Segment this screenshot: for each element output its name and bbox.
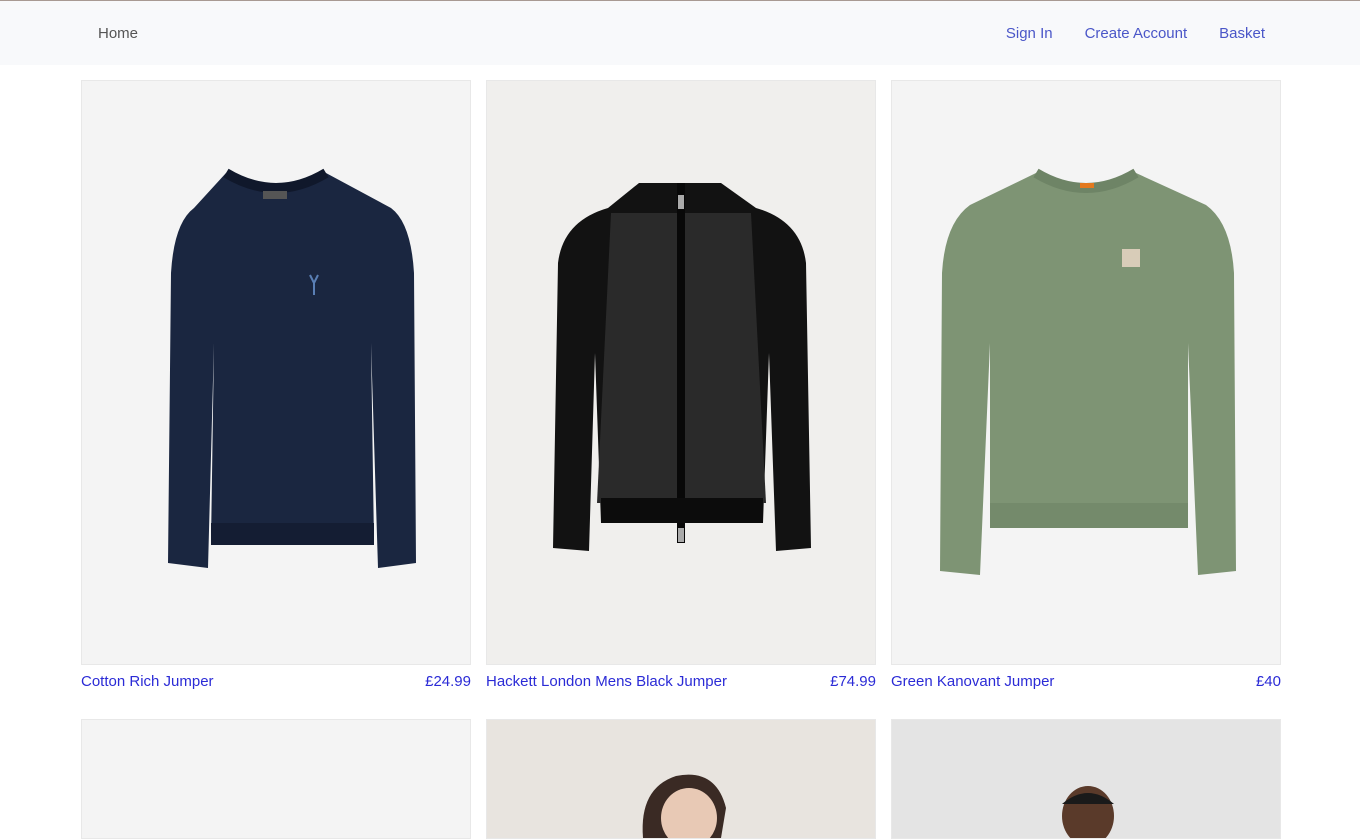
product-card[interactable]: Cotton Rich Jumper £24.99 bbox=[81, 80, 471, 695]
product-title[interactable]: Cotton Rich Jumper bbox=[81, 673, 214, 690]
navbar: Home Sign In Create Account Basket bbox=[0, 1, 1360, 65]
product-caption: Green Kanovant Jumper £40 bbox=[891, 665, 1281, 695]
product-price[interactable]: £74.99 bbox=[830, 673, 876, 690]
product-price[interactable]: £40 bbox=[1256, 673, 1281, 690]
product-image[interactable] bbox=[486, 80, 876, 665]
product-image[interactable] bbox=[81, 80, 471, 665]
product-caption: Cotton Rich Jumper £24.99 bbox=[81, 665, 471, 695]
product-card[interactable] bbox=[891, 719, 1281, 839]
product-image[interactable] bbox=[81, 719, 471, 839]
nav-account-links: Sign In Create Account Basket bbox=[1006, 25, 1265, 42]
product-price[interactable]: £24.99 bbox=[425, 673, 471, 690]
product-image[interactable] bbox=[486, 719, 876, 839]
product-card[interactable] bbox=[81, 719, 471, 839]
product-card[interactable] bbox=[486, 719, 876, 839]
product-card[interactable]: Hackett London Mens Black Jumper £74.99 bbox=[486, 80, 876, 695]
nav-create-account-link[interactable]: Create Account bbox=[1085, 25, 1188, 42]
product-grid: Cotton Rich Jumper £24.99 Hackett London… bbox=[81, 80, 1282, 839]
nav-home-link[interactable]: Home bbox=[98, 25, 138, 42]
product-image[interactable] bbox=[891, 80, 1281, 665]
black-zip-jumper-image bbox=[553, 182, 811, 551]
model-portrait-image bbox=[642, 774, 726, 838]
model-portrait-image bbox=[1062, 786, 1114, 838]
nav-basket-link[interactable]: Basket bbox=[1219, 25, 1265, 42]
navy-jumper-image bbox=[168, 168, 416, 568]
green-jumper-image bbox=[940, 168, 1236, 575]
product-image[interactable] bbox=[891, 719, 1281, 839]
nav-sign-in-link[interactable]: Sign In bbox=[1006, 25, 1053, 42]
product-caption: Hackett London Mens Black Jumper £74.99 bbox=[486, 665, 876, 695]
product-title[interactable]: Hackett London Mens Black Jumper bbox=[486, 673, 727, 690]
product-title[interactable]: Green Kanovant Jumper bbox=[891, 673, 1054, 690]
product-card[interactable]: Green Kanovant Jumper £40 bbox=[891, 80, 1281, 695]
